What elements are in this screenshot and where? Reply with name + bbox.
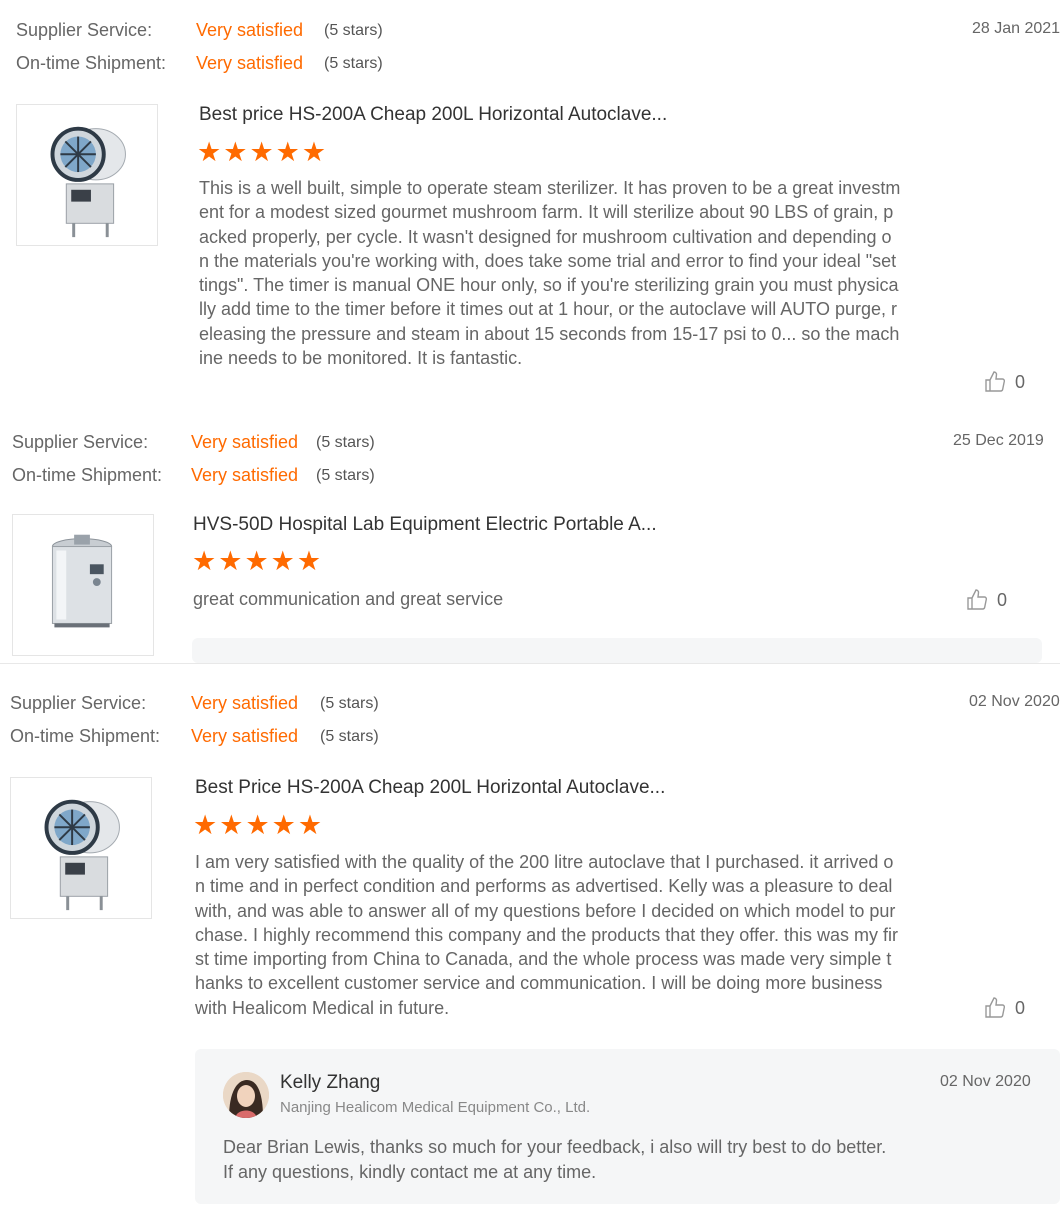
reply-author-name: Kelly Zhang (280, 1072, 381, 1093)
ontime-shipment-stars: (5 stars) (324, 55, 383, 72)
star-icon: ★ (197, 137, 222, 167)
ontime-shipment-value: Very satisfied (191, 726, 299, 746)
like-button[interactable]: 0 (965, 588, 1007, 612)
supplier-service-value: Very satisfied (191, 432, 299, 452)
ontime-shipment-value: Very satisfied (196, 53, 304, 73)
star-rating: ★★★★★ (192, 546, 323, 576)
star-icon: ★ (223, 137, 248, 167)
like-button[interactable]: 0 (983, 370, 1025, 394)
review-date: 25 Dec 2019 (953, 432, 1044, 449)
review-text: This is a well built, simple to operate … (199, 178, 901, 369)
star-icon: ★ (218, 546, 243, 576)
thumbs-up-icon (985, 371, 1006, 392)
star-icon: ★ (270, 546, 295, 576)
supplier-service-label: Supplier Service: (12, 432, 149, 452)
reply-box-top-edge (192, 638, 1042, 663)
product-title[interactable]: Best Price HS-200A Cheap 200L Horizontal… (195, 777, 665, 799)
review-item: Supplier Service: Very satisfied (5 star… (0, 410, 1060, 663)
star-icon: ★ (249, 137, 274, 167)
supplier-service-value: Very satisfied (191, 693, 299, 713)
ontime-shipment-stars: (5 stars) (316, 467, 375, 484)
star-icon: ★ (296, 546, 322, 576)
review-date: 28 Jan 2021 (972, 20, 1060, 37)
reply-line: If any questions, kindly contact me at a… (223, 1162, 597, 1182)
ontime-shipment-stars: (5 stars) (320, 728, 379, 745)
supplier-service-stars: (5 stars) (316, 434, 375, 451)
product-title[interactable]: HVS-50D Hospital Lab Equipment Electric … (193, 514, 657, 536)
review-text: great communication and great service (193, 589, 504, 609)
product-thumbnail[interactable] (16, 104, 158, 246)
product-title[interactable]: Best price HS-200A Cheap 200L Horizontal… (199, 104, 667, 126)
star-icon: ★ (192, 546, 217, 576)
horizontal-autoclave-icon (44, 799, 120, 911)
supplier-reply: Kelly Zhang Nanjing Healicom Medical Equ… (195, 1049, 1060, 1204)
vertical-autoclave-icon (51, 534, 113, 628)
star-rating: ★★★★★ (197, 137, 328, 167)
product-thumbnail[interactable] (12, 514, 154, 656)
supplier-service-label: Supplier Service: (16, 20, 153, 40)
reply-text: Dear Brian Lewis, thanks so much for you… (223, 1135, 983, 1185)
ontime-shipment-value: Very satisfied (191, 465, 299, 485)
review-item: Supplier Service: Very satisfied (5 star… (0, 664, 1060, 1207)
supplier-service-label: Supplier Service: (10, 693, 147, 713)
like-count: 0 (997, 589, 1008, 610)
star-icon: ★ (271, 810, 296, 840)
supplier-service-stars: (5 stars) (324, 22, 383, 39)
review-item: Supplier Service: Very satisfied (5 star… (0, 0, 1060, 410)
reply-company-name: Nanjing Healicom Medical Equipment Co., … (280, 1099, 591, 1116)
thumbs-up-icon (967, 589, 988, 610)
product-thumbnail[interactable] (10, 777, 152, 919)
avatar (223, 1072, 269, 1118)
reply-date: 02 Nov 2020 (940, 1073, 1031, 1090)
star-rating: ★★★★★ (193, 810, 324, 840)
like-button[interactable]: 0 (983, 996, 1025, 1020)
supplier-service-stars: (5 stars) (320, 695, 379, 712)
star-icon: ★ (245, 810, 270, 840)
reply-line: Dear Brian Lewis, thanks so much for you… (223, 1137, 887, 1157)
ontime-shipment-label: On-time Shipment: (12, 465, 163, 485)
horizontal-autoclave-icon (50, 126, 126, 238)
ontime-shipment-label: On-time Shipment: (16, 53, 167, 73)
star-icon: ★ (301, 137, 327, 167)
supplier-service-value: Very satisfied (196, 20, 304, 40)
thumbs-up-icon (985, 997, 1006, 1018)
star-icon: ★ (244, 546, 269, 576)
ontime-shipment-label: On-time Shipment: (10, 726, 161, 746)
like-count: 0 (1015, 371, 1026, 392)
star-icon: ★ (193, 810, 218, 840)
star-icon: ★ (275, 137, 300, 167)
review-date: 02 Nov 2020 (969, 693, 1060, 710)
star-icon: ★ (297, 810, 323, 840)
like-count: 0 (1015, 997, 1026, 1018)
review-text: I am very satisfied with the quality of … (195, 852, 899, 1018)
star-icon: ★ (219, 810, 244, 840)
